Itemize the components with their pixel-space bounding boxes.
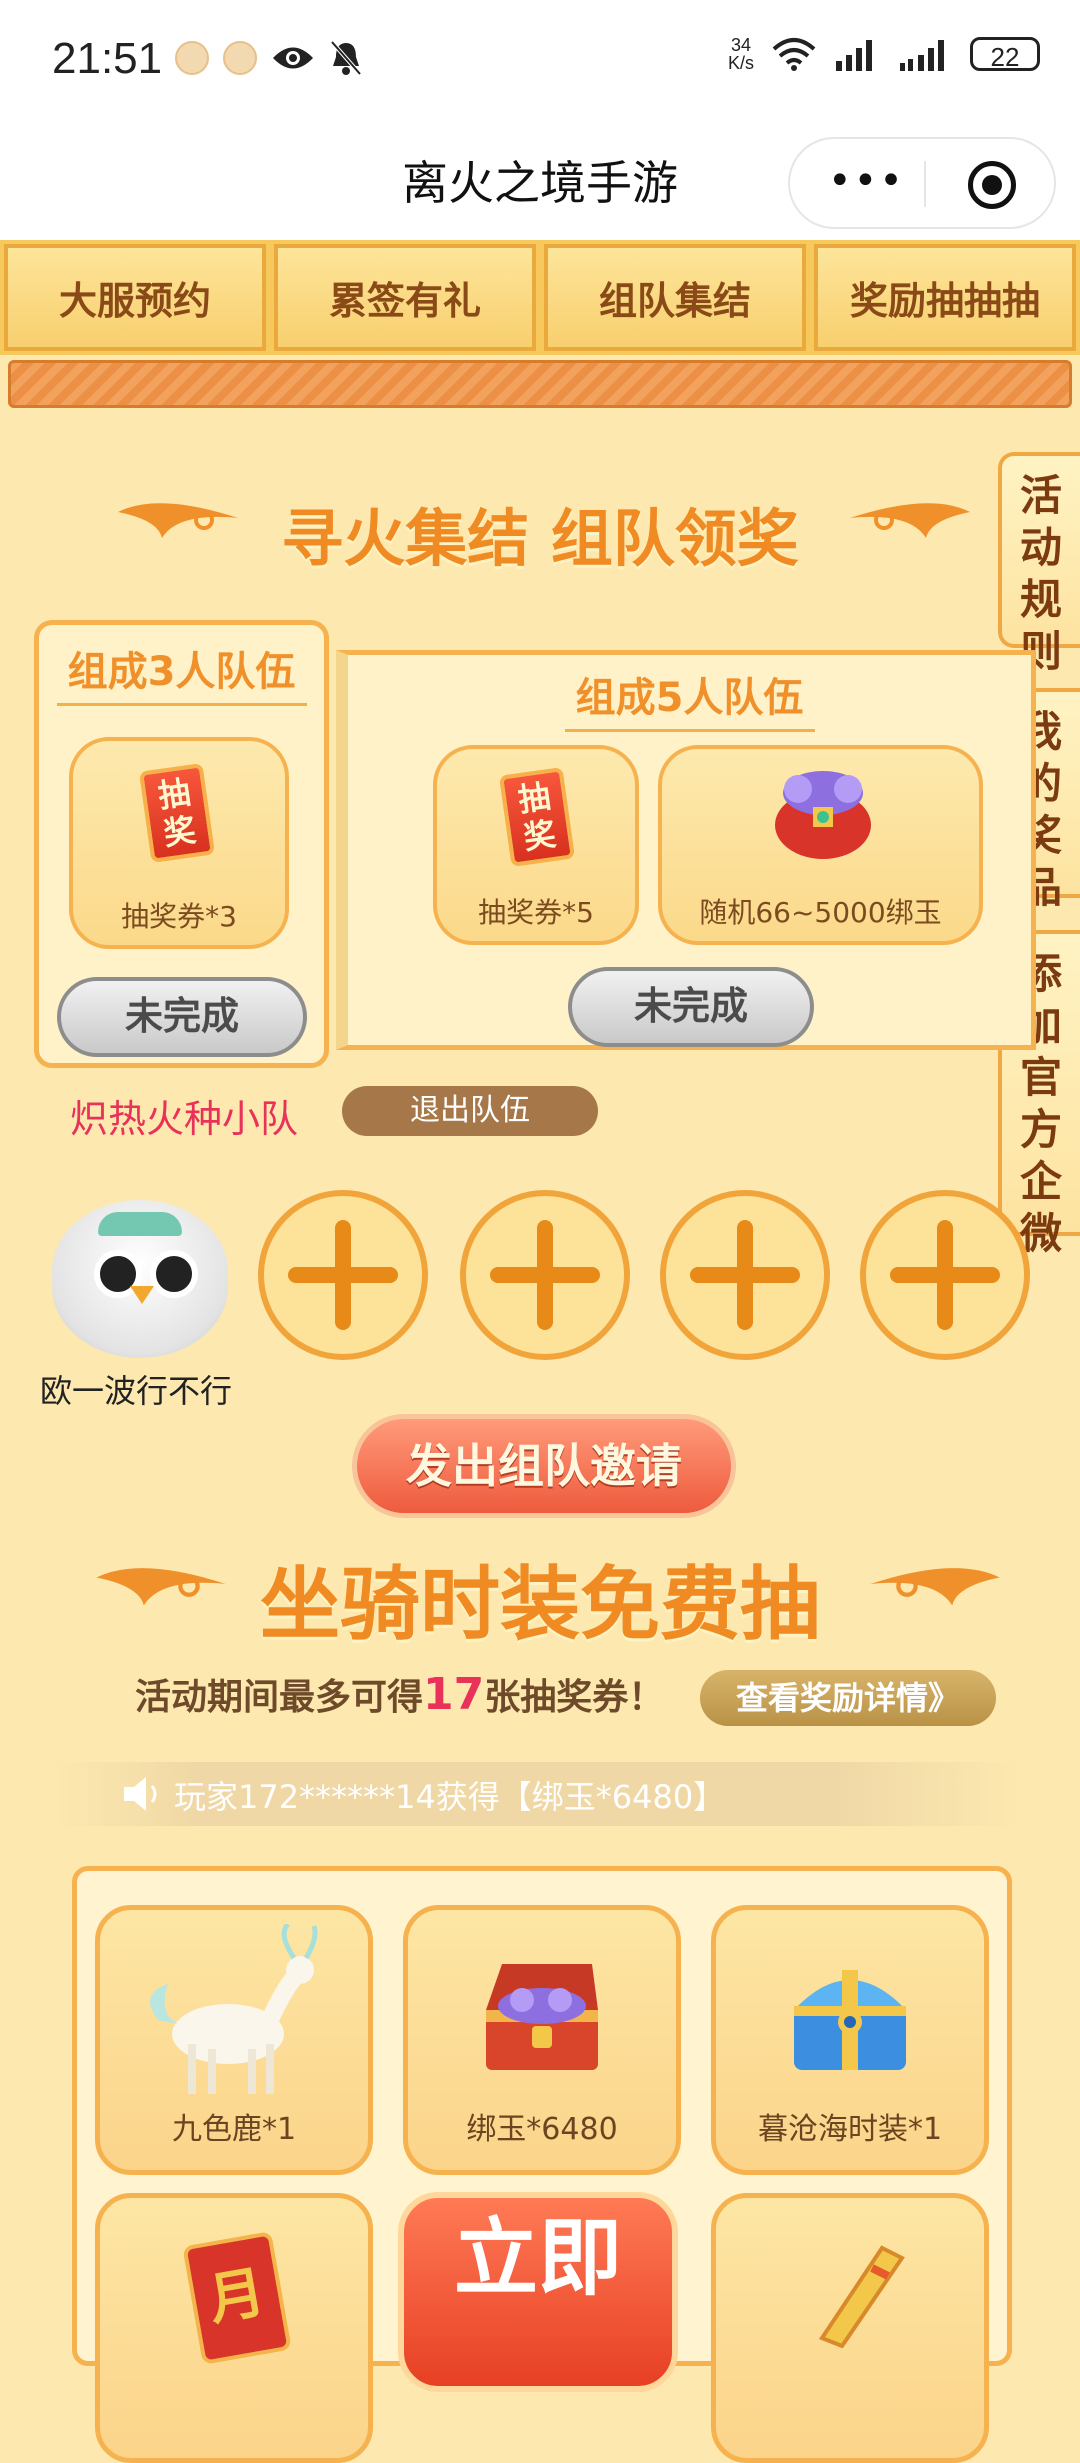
team-5-card: 组成5人队伍 抽奖 抽奖券*5 随机66~5000绑玉 未完成 <box>336 650 1036 1050</box>
reward-label: 随机66~5000绑玉 <box>699 896 942 929</box>
send-team-invite-button[interactable]: 发出组队邀请 <box>352 1414 736 1518</box>
tab-lucky-draw[interactable]: 奖励抽抽抽 <box>814 244 1076 351</box>
add-member-slot-3[interactable] <box>660 1190 830 1360</box>
mute-bell-icon <box>330 40 362 76</box>
battery-level: 22 <box>990 42 1020 72</box>
month-card-text: 月 <box>203 2259 270 2334</box>
team-5-title-text: 组成5人队伍 <box>575 675 804 721</box>
mini-program-nav-bar: 离火之境手游 ••• <box>0 125 1080 240</box>
prize-label: 暮沧海时装*1 <box>757 2112 943 2147</box>
add-member-slot-2[interactable] <box>460 1190 630 1360</box>
player-name: 欧一波行不行 <box>40 1372 233 1410</box>
battery-icon: 22 <box>970 37 1040 72</box>
month-card-icon: 月 <box>182 2231 292 2365</box>
ticket-text: 抽奖 <box>515 777 559 857</box>
team-3-title-text: 组成3人队伍 <box>67 649 296 695</box>
lottery-ticket-icon: 抽奖 <box>138 762 216 864</box>
add-member-slot-4[interactable] <box>860 1190 1030 1360</box>
activity-rules-label: 活动规则 <box>1019 471 1062 676</box>
network-speed: 34 K/s <box>728 36 754 72</box>
lottery-ticket-icon: 抽奖 <box>498 766 576 868</box>
promo-ticket-count: 17 <box>423 1669 485 1720</box>
promo-suffix: 张抽奖券！ <box>484 1677 665 1718</box>
prize-scroll-item <box>711 2193 989 2463</box>
team-3-title: 组成3人队伍 <box>39 639 324 706</box>
flame-wing-right-icon <box>850 492 970 554</box>
signal-icon <box>836 40 872 71</box>
system-icons: 34 K/s 22 <box>728 36 1040 72</box>
golden-token-icon <box>818 2245 905 2348</box>
team-5-status-button[interactable]: 未完成 <box>568 967 814 1047</box>
flame-wing-right-icon-2 <box>870 1556 1000 1622</box>
promo-text: 活动期间最多可得17张抽奖券！ <box>135 1668 664 1720</box>
avatar-crest <box>98 1212 182 1236</box>
notification-icons <box>175 40 363 76</box>
title-underline <box>56 703 307 706</box>
view-reward-details-button[interactable]: 查看奖励详情》 <box>700 1670 996 1726</box>
more-options-icon[interactable]: ••• <box>828 161 905 201</box>
prize-costume-chest: 暮沧海时装*1 <box>711 1905 989 2175</box>
reward-jade-bag: 随机66~5000绑玉 <box>658 745 983 945</box>
reward-ticket-3: 抽奖 抽奖券*3 <box>69 737 289 949</box>
leave-team-button[interactable]: 退出队伍 <box>342 1086 598 1136</box>
scroll-banner-decoration <box>8 360 1072 408</box>
tab-team-assemble[interactable]: 组队集结 <box>544 244 806 351</box>
reward-label: 抽奖券*3 <box>121 900 237 933</box>
status-time: 21:51 <box>52 34 163 83</box>
avatar-beak <box>130 1286 154 1304</box>
tab-sign-in-gift[interactable]: 累签有礼 <box>274 244 536 351</box>
winner-ticker: 玩家172******14获得【绑玉*6480】 <box>50 1762 1030 1826</box>
prize-label: 九色鹿*1 <box>171 2112 297 2147</box>
wifi-icon <box>772 38 816 71</box>
eye-icon <box>273 47 313 69</box>
app-notification-icon <box>175 41 209 75</box>
ticker-text: 玩家172******14获得【绑玉*6480】 <box>174 1778 726 1816</box>
capsule-menu: ••• <box>788 137 1056 229</box>
prize-month-card: 月 <box>95 2193 373 2463</box>
speaker-icon <box>124 1777 157 1811</box>
team-5-title: 组成5人队伍 <box>348 665 1031 732</box>
team-3-status-button[interactable]: 未完成 <box>57 977 307 1057</box>
costume-chest-icon <box>794 1970 906 2070</box>
capsule-divider <box>924 161 926 207</box>
reward-ticket-5: 抽奖 抽奖券*5 <box>433 745 639 945</box>
prize-jade-chest: 绑玉*6480 <box>403 1905 681 2175</box>
tab-server-reservation[interactable]: 大服预约 <box>4 244 266 351</box>
player-avatar <box>52 1200 228 1358</box>
promo-prefix: 活动期间最多可得 <box>135 1677 424 1718</box>
prize-deer-mount: 九色鹿*1 <box>95 1905 373 2175</box>
reward-label: 抽奖券*5 <box>478 896 594 929</box>
activity-tabs: 大服预约 累签有礼 组队集结 奖励抽抽抽 <box>0 240 1080 355</box>
team-3-card: 组成3人队伍 抽奖 抽奖券*3 未完成 <box>34 620 329 1068</box>
add-member-slot-1[interactable] <box>258 1190 428 1360</box>
deer-mount-icon <box>150 1924 318 2094</box>
network-speed-text: 34 K/s <box>727 35 754 73</box>
treasure-chest-icon <box>486 1964 598 2070</box>
activity-rules-button[interactable]: 活动规则 <box>998 452 1080 676</box>
close-mini-program-icon[interactable] <box>968 161 1016 209</box>
team-name: 炽热火种小队 <box>70 1097 299 1141</box>
signal-icon-2 <box>900 40 944 71</box>
app-notification-icon-2 <box>223 41 257 75</box>
avatar-eye-right <box>150 1250 198 1298</box>
draw-now-button[interactable]: 立即 <box>398 2192 678 2392</box>
prize-label: 绑玉*6480 <box>466 2112 618 2147</box>
jade-bag-icon <box>775 771 871 859</box>
status-bar: 21:51 34 K/s 22 <box>0 0 1080 125</box>
title-underline <box>564 729 815 732</box>
ticket-text: 抽奖 <box>155 773 199 853</box>
